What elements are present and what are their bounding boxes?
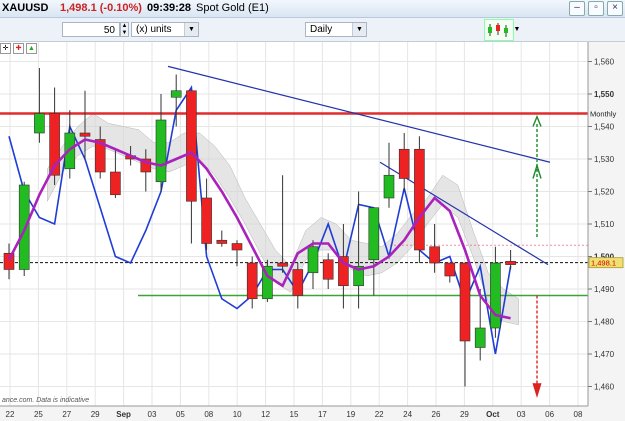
x-tick-label: 15 — [290, 410, 299, 419]
x-tick-label: 19 — [346, 410, 355, 419]
candle-body-up — [34, 113, 45, 134]
x-tick-label: 26 — [432, 410, 441, 419]
price-chart: 1,4601,4701,4801,4901,5001,5101,5201,530… — [0, 42, 625, 421]
candle-body-down — [216, 239, 228, 244]
candle-body-down — [459, 262, 471, 342]
x-tick-label: 22 — [6, 410, 15, 419]
y-tick-label: 1,510 — [594, 220, 615, 229]
chevron-down-icon: ▼ — [352, 23, 366, 36]
chart-type-button[interactable] — [484, 19, 514, 41]
candle-body-down — [292, 269, 304, 296]
monthly-label: Monthly — [590, 110, 617, 119]
units-dropdown-label: (x) units — [136, 24, 172, 35]
x-tick-label: 08 — [574, 410, 583, 419]
y-tick-label: 1,470 — [594, 350, 615, 359]
candle-body-down — [277, 262, 288, 267]
candle-body-down — [110, 171, 121, 196]
candle-body-down — [79, 132, 91, 137]
candle-body-down — [201, 197, 212, 244]
candle-body-down — [322, 259, 334, 280]
y-tick-label: 1,560 — [594, 58, 615, 67]
price-change-label: 1,498.1 (-0.10%) — [60, 2, 142, 14]
candle-body-down — [398, 148, 410, 179]
price-tag-label: 1,498.1 — [591, 259, 616, 268]
candle-body-down — [429, 246, 440, 264]
time-label: 09:39:28 — [147, 2, 192, 14]
restore-icon[interactable]: ▫ — [588, 1, 604, 16]
candle-body-down — [505, 261, 516, 265]
y-tick-label: 1,550 — [594, 90, 615, 99]
candle-body-up — [155, 119, 167, 183]
period-spinner[interactable]: 50 — [62, 22, 120, 37]
symbol-label: XAUUSD — [2, 2, 49, 14]
x-tick-label: 05 — [176, 410, 185, 419]
title-bar: XAUUSD 1,498.1 (-0.10%) 09:39:28 Spot Go… — [0, 0, 625, 18]
instrument-description: Spot Gold (E1) — [196, 2, 269, 14]
add-indicator-icon[interactable]: ▲ — [26, 43, 37, 54]
candle-body-up — [368, 207, 380, 261]
x-tick-label: 08 — [204, 410, 213, 419]
toolbar: 50 ▲ ▼ (x) units ▼ Daily ▼ ▼ — [0, 18, 625, 42]
y-tick-label: 1,480 — [594, 318, 615, 327]
timeframe-dropdown[interactable]: Daily ▼ — [305, 22, 367, 37]
x-tick-label: 29 — [460, 410, 469, 419]
remove-indicator-icon[interactable]: ✚ — [13, 43, 24, 54]
y-tick-label: 1,530 — [594, 155, 615, 164]
x-axis-ticks: 22 25 27 29 Sep 03 05 08 10 12 15 17 19 22 24 26 29 Oct 03… — [6, 410, 583, 419]
x-tick-label: 22 — [375, 410, 384, 419]
candle-body-up — [383, 174, 395, 199]
x-tick-label: 24 — [403, 410, 412, 419]
minimize-icon[interactable]: – — [569, 1, 585, 16]
x-tick-label: 03 — [517, 410, 526, 419]
candle-body-down — [186, 90, 197, 202]
x-tick-label: Oct — [486, 410, 500, 419]
spinner-arrows-icon[interactable]: ▲ ▼ — [120, 22, 129, 37]
x-tick-label: 12 — [261, 410, 270, 419]
y-tick-label: 1,490 — [594, 285, 615, 294]
data-source-note: ance.com. Data is indicative — [2, 397, 89, 404]
chart-tools: ✛ ✚ ▲ — [0, 43, 37, 54]
crosshair-icon[interactable]: ✛ — [0, 43, 11, 54]
close-icon[interactable]: × — [607, 1, 623, 16]
candle-body-down — [444, 262, 456, 277]
candlestick-chart-icon — [488, 23, 508, 37]
x-tick-label: 03 — [148, 410, 157, 419]
x-tick-label: 29 — [91, 410, 100, 419]
candle-body-up — [490, 262, 501, 329]
y-tick-label: 1,460 — [594, 383, 615, 392]
candle-body-down — [246, 262, 258, 300]
x-tick-label: 10 — [233, 410, 242, 419]
x-tick-label: 25 — [34, 410, 43, 419]
window-controls: – ▫ × — [569, 1, 623, 16]
candle-body-down — [414, 148, 425, 251]
units-dropdown[interactable]: (x) units ▼ — [131, 22, 199, 37]
x-tick-label: 27 — [62, 410, 71, 419]
chart-type-dropdown-arrow-icon[interactable]: ▼ — [512, 22, 522, 37]
y-tick-label: 1,540 — [594, 123, 615, 132]
x-tick-label: 06 — [545, 410, 554, 419]
candle-body-up — [307, 246, 319, 274]
x-tick-label: Sep — [116, 410, 131, 419]
candle-body-up — [474, 327, 486, 348]
y-tick-label: 1,520 — [594, 188, 615, 197]
timeframe-dropdown-label: Daily — [310, 24, 333, 35]
candle-body-up — [170, 90, 182, 98]
candle-body-down — [231, 243, 243, 251]
chevron-down-icon: ▼ — [184, 23, 198, 36]
x-tick-label: 17 — [318, 410, 327, 419]
